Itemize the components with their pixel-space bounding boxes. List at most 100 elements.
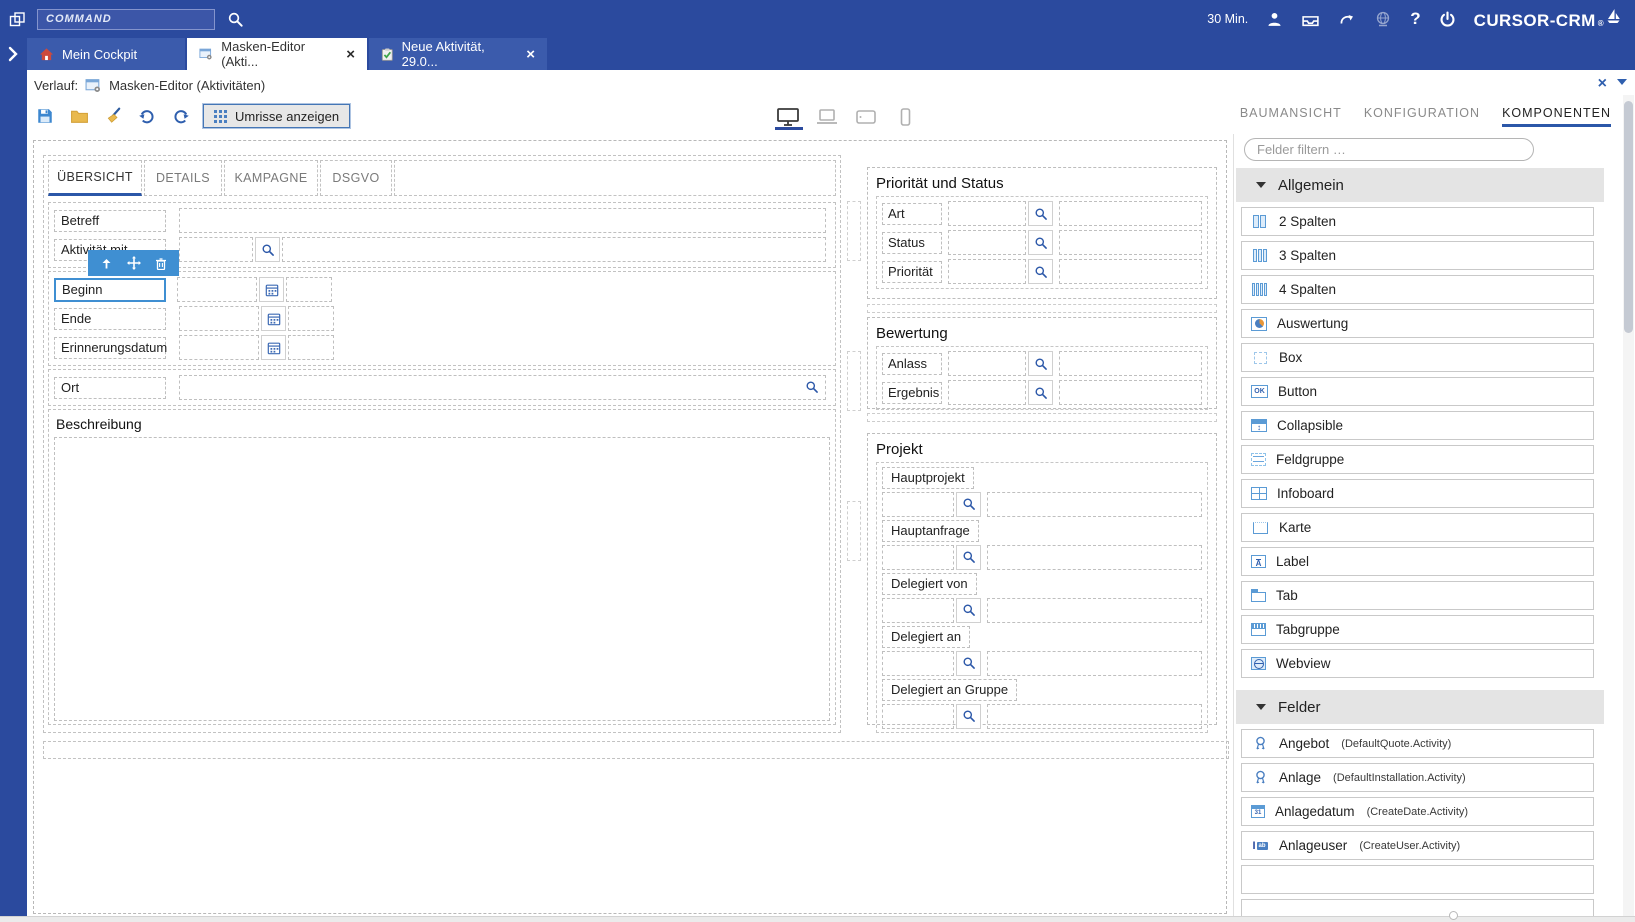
component-item-karte[interactable]: Karte: [1241, 513, 1594, 542]
command-input[interactable]: [37, 9, 215, 30]
component-item-2-spalten[interactable]: 2 Spalten: [1241, 207, 1594, 236]
field-row-status[interactable]: Status: [882, 228, 1202, 257]
component-item-tabgruppe[interactable]: Tabgruppe: [1241, 615, 1594, 644]
search-icon[interactable]: [227, 11, 244, 28]
field-group-ort[interactable]: Ort: [48, 369, 836, 406]
panel-projekt[interactable]: Projekt Hauptprojekt Hauptanfrage Deleg: [867, 433, 1217, 725]
device-tablet-button[interactable]: [853, 106, 879, 128]
field-input-anlass[interactable]: [948, 351, 1026, 376]
component-item-feldgruppe[interactable]: Feldgruppe: [1241, 445, 1594, 474]
field-display-delegiert-an-gruppe[interactable]: [987, 704, 1202, 729]
datepicker-button[interactable]: [261, 335, 286, 360]
clean-brush-button[interactable]: [101, 104, 125, 128]
field-display-status[interactable]: [1059, 230, 1202, 255]
field-group-beschreibung[interactable]: Beschreibung: [48, 409, 836, 725]
component-item-webview[interactable]: Webview: [1241, 649, 1594, 678]
undo-button[interactable]: [135, 104, 159, 128]
view-konfiguration[interactable]: KONFIGURATION: [1364, 106, 1480, 127]
component-item-box[interactable]: Box: [1241, 343, 1594, 372]
form-tab-dsgvo[interactable]: DSGVO: [320, 160, 392, 196]
field-row-delegiert-von[interactable]: [882, 596, 1202, 624]
view-baumansicht[interactable]: BAUMANSICHT: [1240, 106, 1342, 127]
canvas-root-container[interactable]: ÜBERSICHT DETAILS KAMPAGNE DSGVO Betreff…: [33, 140, 1227, 914]
field-row-beginn[interactable]: Beginn: [54, 275, 830, 304]
tab-mein-cockpit[interactable]: Mein Cockpit: [27, 38, 185, 70]
panel-field-group[interactable]: Hauptprojekt Hauptanfrage Delegiert von: [876, 462, 1208, 733]
chevron-right-icon[interactable]: [6, 45, 20, 68]
field-display-aktivitaet-mit[interactable]: [282, 237, 826, 262]
user-icon[interactable]: [1266, 11, 1283, 28]
field-group-dates[interactable]: Beginn Ende: [48, 271, 836, 366]
field-row-ort[interactable]: Ort: [54, 373, 830, 402]
form-tab-details[interactable]: DETAILS: [144, 160, 222, 196]
field-label-ergebnis[interactable]: Ergebnis: [882, 382, 942, 404]
form-tab-kampagne[interactable]: KAMPAGNE: [224, 160, 318, 196]
field-textarea-beschreibung[interactable]: [54, 437, 830, 721]
component-item-3-spalten[interactable]: 3 Spalten: [1241, 241, 1594, 270]
field-label-delegiert-an[interactable]: Delegiert an: [882, 626, 970, 648]
field-input-delegiert-von[interactable]: [882, 598, 954, 623]
component-item-infoboard[interactable]: Infoboard: [1241, 479, 1594, 508]
field-display-delegiert-von[interactable]: [987, 598, 1202, 623]
field-label-art[interactable]: Art: [882, 203, 942, 225]
close-icon[interactable]: ×: [1598, 75, 1607, 93]
field-input-delegiert-an-gruppe[interactable]: [882, 704, 954, 729]
open-folder-button[interactable]: [67, 104, 91, 128]
redo-icon[interactable]: [1338, 11, 1356, 27]
component-item-label[interactable]: Label: [1241, 547, 1594, 576]
field-display-prioritaet[interactable]: [1059, 259, 1202, 284]
field-row-ende[interactable]: Ende: [54, 304, 830, 333]
field-input-ergebnis[interactable]: [948, 380, 1026, 405]
field-input-beginn[interactable]: [177, 277, 257, 302]
field-item-partial[interactable]: [1241, 865, 1594, 894]
field-row-prioritaet[interactable]: Priorität: [882, 257, 1202, 286]
field-row-hauptprojekt[interactable]: [882, 490, 1202, 518]
footer-handle-icon[interactable]: [1449, 911, 1458, 920]
lookup-button[interactable]: [1028, 201, 1053, 226]
field-row-ergebnis[interactable]: Ergebnis: [882, 378, 1202, 407]
field-input-erinnerungsdatum[interactable]: [179, 335, 259, 360]
field-label-betreff[interactable]: Betreff: [54, 210, 166, 232]
field-label-status[interactable]: Status: [882, 232, 942, 254]
save-button[interactable]: [33, 104, 57, 128]
field-display-ergebnis[interactable]: [1059, 380, 1202, 405]
field-input-aktivitaet-mit[interactable]: [179, 237, 253, 262]
device-desktop-button[interactable]: [775, 106, 801, 128]
datepicker-button[interactable]: [259, 277, 284, 302]
field-label-anlass[interactable]: Anlass: [882, 353, 942, 375]
field-input-hauptprojekt[interactable]: [882, 492, 954, 517]
field-row-art[interactable]: Art: [882, 199, 1202, 228]
close-icon[interactable]: ×: [346, 47, 355, 62]
field-item-anlagedatum[interactable]: Anlagedatum (CreateDate.Activity): [1241, 797, 1594, 826]
chevron-down-icon[interactable]: [1617, 79, 1627, 85]
field-time-beginn[interactable]: [286, 277, 332, 302]
field-label-ort[interactable]: Ort: [54, 377, 166, 399]
help-icon[interactable]: ?: [1410, 9, 1420, 29]
field-label-delegiert-von[interactable]: Delegiert von: [882, 573, 977, 595]
lookup-button[interactable]: [956, 598, 981, 623]
field-label-beginn-selected[interactable]: Beginn: [54, 278, 166, 302]
lookup-button[interactable]: [956, 492, 981, 517]
lookup-button[interactable]: [255, 237, 280, 262]
component-item-4-spalten[interactable]: 4 Spalten: [1241, 275, 1594, 304]
field-item-angebot[interactable]: Angebot (DefaultQuote.Activity): [1241, 729, 1594, 758]
field-input-ende[interactable]: [179, 306, 259, 331]
field-input-prioritaet[interactable]: [948, 259, 1026, 284]
field-label-ende[interactable]: Ende: [54, 308, 166, 330]
section-header-felder[interactable]: Felder: [1236, 690, 1604, 724]
field-input-status[interactable]: [948, 230, 1026, 255]
move-up-icon[interactable]: [100, 257, 113, 270]
power-icon[interactable]: [1439, 11, 1456, 28]
field-filter-input[interactable]: [1244, 138, 1534, 161]
field-input-ort[interactable]: [179, 375, 826, 400]
lookup-button[interactable]: [1028, 351, 1053, 376]
panel-bewertung[interactable]: Bewertung Anlass Ergebnis: [867, 317, 1217, 409]
field-label-hauptprojekt[interactable]: Hauptprojekt: [882, 467, 974, 489]
panel-field-group[interactable]: Art Status Priorität: [876, 196, 1208, 289]
tab-masken-editor[interactable]: Masken-Editor (Akti... ×: [187, 38, 367, 70]
component-item-auswertung[interactable]: Auswertung: [1241, 309, 1594, 338]
form-left-column[interactable]: ÜBERSICHT DETAILS KAMPAGNE DSGVO Betreff…: [43, 155, 841, 733]
datepicker-button[interactable]: [261, 306, 286, 331]
history-current[interactable]: Masken-Editor (Aktivitäten): [109, 78, 265, 93]
show-outlines-toggle[interactable]: Umrisse anzeigen: [203, 104, 350, 128]
